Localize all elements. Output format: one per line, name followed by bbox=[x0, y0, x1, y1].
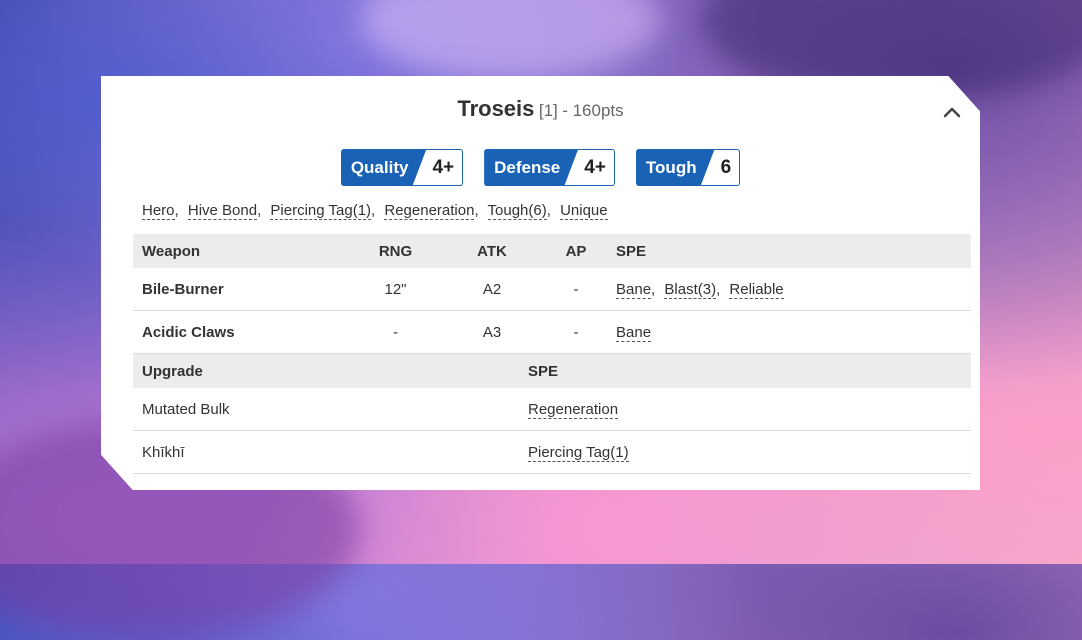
weapon-spe: Bane, Blast(3), Reliable bbox=[596, 268, 971, 311]
spe-piercing-tag[interactable]: Piercing Tag(1) bbox=[528, 443, 629, 462]
chevron-up-icon bbox=[943, 107, 961, 118]
spe-reliable[interactable]: Reliable bbox=[729, 280, 784, 299]
upgrade-name: Mutated Bulk bbox=[133, 388, 556, 431]
stat-tough: Tough 6 bbox=[636, 149, 741, 186]
equipment-table: Weapon RNG ATK AP SPE Bile-Burner 12" A2… bbox=[133, 234, 971, 474]
upgrade-row: Mutated Bulk Regeneration bbox=[133, 388, 971, 431]
header-upgrade-spe: SPE bbox=[528, 353, 971, 388]
stat-label: Quality bbox=[341, 149, 427, 186]
rule-hive-bond[interactable]: Hive Bond bbox=[187, 202, 258, 220]
upgrade-name: Khīkhī bbox=[133, 430, 556, 474]
weapon-ap: - bbox=[556, 268, 596, 311]
unit-name: Troseis bbox=[457, 96, 535, 121]
stat-badges: Quality 4+ Defense 4+ Tough 6 bbox=[101, 149, 980, 186]
header-weapon: Weapon bbox=[133, 234, 363, 268]
header-ap: AP bbox=[556, 234, 596, 268]
spe-bane[interactable]: Bane bbox=[616, 323, 652, 342]
weapon-atk: A3 bbox=[428, 310, 556, 354]
weapon-ap: - bbox=[556, 310, 596, 354]
rule-regeneration[interactable]: Regeneration bbox=[384, 202, 475, 220]
weapon-atk: A2 bbox=[428, 268, 556, 311]
weapon-name: Bile-Burner bbox=[133, 268, 363, 311]
weapon-rng: - bbox=[363, 310, 428, 354]
upgrades-header-row: Upgrade SPE bbox=[133, 353, 971, 388]
upgrade-row: Khīkhī Piercing Tag(1) bbox=[133, 430, 971, 474]
upgrade-spe: Piercing Tag(1) bbox=[528, 430, 971, 474]
header-spe: SPE bbox=[596, 234, 971, 268]
weapon-row: Bile-Burner 12" A2 - Bane, Blast(3), Rel… bbox=[133, 268, 971, 311]
stat-defense: Defense 4+ bbox=[484, 149, 615, 186]
header-upgrade-spe-label: SPE bbox=[528, 362, 559, 380]
stat-quality: Quality 4+ bbox=[341, 149, 464, 186]
rule-unique[interactable]: Unique bbox=[560, 202, 608, 220]
header-atk: ATK bbox=[428, 234, 556, 268]
stat-label: Defense bbox=[484, 149, 578, 186]
spe-regeneration[interactable]: Regeneration bbox=[528, 400, 619, 419]
rule-hero[interactable]: Hero bbox=[142, 202, 175, 220]
rule-piercing-tag[interactable]: Piercing Tag(1) bbox=[270, 202, 372, 220]
unit-card: Troseis [1] - 160pts Quality 4+ Defense … bbox=[101, 76, 980, 490]
upgrade-spe: Regeneration bbox=[528, 388, 971, 431]
spe-blast[interactable]: Blast(3) bbox=[664, 280, 717, 299]
weapons-header-row: Weapon RNG ATK AP SPE bbox=[133, 234, 971, 268]
unit-title: Troseis [1] - 160pts bbox=[101, 96, 980, 122]
special-rules: Hero, Hive Bond, Piercing Tag(1), Regene… bbox=[142, 202, 608, 220]
collapse-button[interactable] bbox=[942, 104, 962, 120]
rule-tough[interactable]: Tough(6) bbox=[487, 202, 547, 220]
weapon-row: Acidic Claws - A3 - Bane bbox=[133, 310, 971, 354]
weapon-spe: Bane bbox=[596, 310, 971, 354]
header-rng: RNG bbox=[363, 234, 428, 268]
unit-points: - 160pts bbox=[562, 101, 624, 120]
spe-bane[interactable]: Bane bbox=[616, 280, 652, 299]
weapon-name: Acidic Claws bbox=[133, 310, 363, 354]
unit-count: [1] bbox=[538, 101, 558, 120]
weapon-rng: 12" bbox=[363, 268, 428, 311]
header-upgrade: Upgrade bbox=[133, 353, 556, 388]
